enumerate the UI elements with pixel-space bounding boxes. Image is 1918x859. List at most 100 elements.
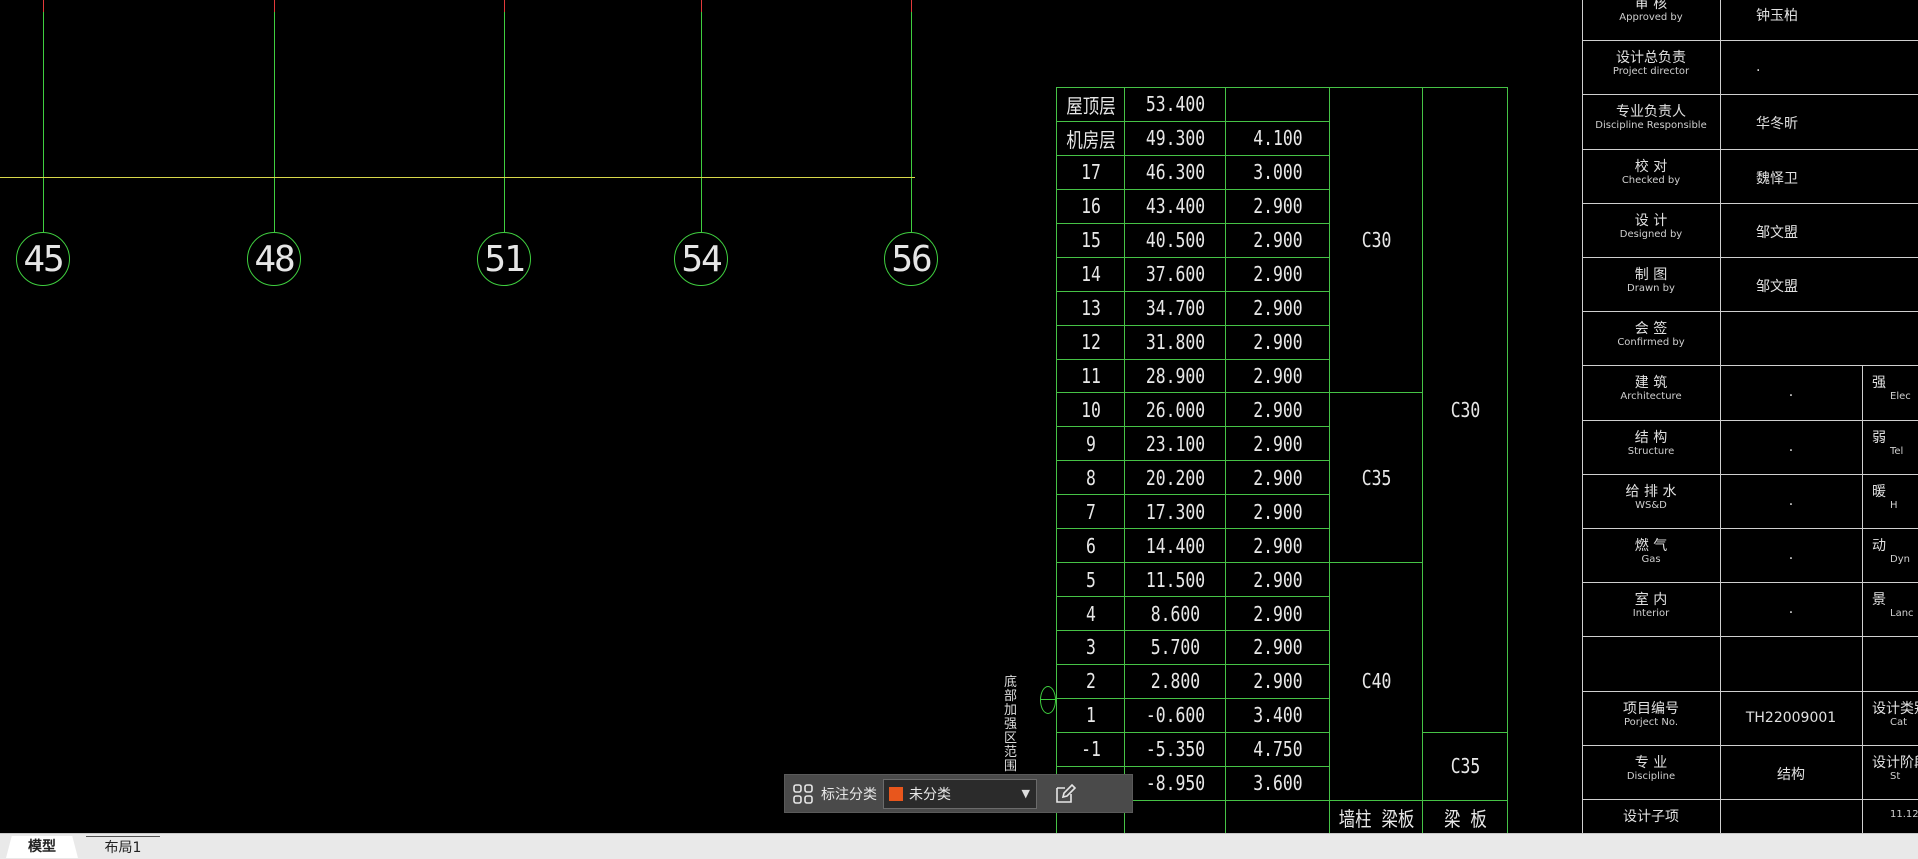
- edit-icon: [1056, 783, 1077, 803]
- grid-line-48: [274, 0, 275, 232]
- annotation-toolbar: 标注分类 未分类 ▼: [784, 774, 1133, 813]
- title-block-value: .: [1788, 547, 1794, 563]
- drawing-canvas[interactable]: 45 48 51 54 56 屋顶层 53.400 C30 C30 机房层 49.300 4…: [0, 0, 1918, 833]
- height-cell: 2.900: [1234, 222, 1321, 258]
- label-cn: 结 构: [1634, 429, 1668, 446]
- label-cn: 专业负责人: [1616, 104, 1686, 121]
- title-block-line: [1582, 582, 1918, 584]
- height-cell: 2.900: [1234, 630, 1321, 665]
- label-cn: 设 计: [1634, 212, 1668, 229]
- elevation-cell: 17.300: [1133, 494, 1217, 530]
- title-block-line: [1582, 148, 1918, 150]
- label-en: Discipline Responsible: [1595, 120, 1707, 132]
- axis-bubble-45: 45: [16, 232, 70, 286]
- title-block-label: 设计子项: [1582, 809, 1720, 825]
- grid-view-button[interactable]: [785, 775, 821, 812]
- elevation-cell: 5.700: [1133, 630, 1217, 665]
- title-block-divider: [1862, 365, 1863, 833]
- floor-cell: 7: [1062, 494, 1119, 530]
- height-cell: 3.400: [1234, 697, 1321, 733]
- horizontal-axis-line: [0, 177, 915, 178]
- title-block-value: TH22009001: [1745, 709, 1837, 726]
- label-cn: 专 业: [1634, 754, 1668, 771]
- title-block-line: [1582, 528, 1918, 529]
- slab-concrete-grade: C35: [1429, 731, 1501, 801]
- height-cell: 2.900: [1234, 596, 1321, 631]
- annotation-category-select[interactable]: 未分类 ▼: [883, 778, 1037, 809]
- elevation-cell: 31.800: [1133, 324, 1217, 360]
- label-cn: 燃 气: [1634, 538, 1668, 554]
- title-block-label: 设 计 Designed by: [1582, 213, 1720, 241]
- title-block-value: 结构: [1777, 766, 1805, 783]
- label-cn: 给 排 水: [1625, 483, 1677, 500]
- height-cell: 2.900: [1234, 460, 1321, 496]
- title-block-line: [1582, 690, 1918, 692]
- title-block-label: 强 Elec: [1872, 375, 1918, 403]
- height-cell: [1234, 87, 1321, 122]
- title-block-line: [1582, 257, 1918, 258]
- label-en: St: [1890, 770, 1901, 782]
- height-cell: 2.900: [1234, 358, 1321, 394]
- title-block-label: 燃 气 Gas: [1582, 538, 1720, 566]
- title-block-divider: [1720, 0, 1721, 833]
- title-block-label: 专业负责人 Discipline Responsible: [1582, 104, 1720, 132]
- elevation-cell: 20.200: [1133, 460, 1217, 496]
- axis-bubble-56: 56: [884, 232, 938, 286]
- tab-layout1[interactable]: 布局1: [86, 836, 160, 859]
- edit-annotation-button[interactable]: [1047, 775, 1083, 812]
- title-block-label: 会 签 Confirmed by: [1582, 321, 1720, 349]
- floor-cell: 5: [1062, 562, 1119, 598]
- title-block-label: 弱 Tel: [1872, 430, 1918, 458]
- title-block-value: 华冬昕: [1756, 116, 1798, 133]
- label-en: Project director: [1612, 66, 1690, 78]
- title-block-label: 室 内 Interior: [1582, 592, 1720, 620]
- tab-model[interactable]: 模型: [6, 836, 78, 858]
- label-cn: 建 筑: [1634, 375, 1668, 392]
- floor-cell: 8: [1062, 460, 1119, 496]
- label-en: Discipline: [1626, 770, 1676, 782]
- table-row: -1 -5.350 4.750 C35: [1057, 731, 1508, 801]
- elevation-cell: -5.350: [1133, 731, 1217, 767]
- wall-concrete-grade: C30: [1337, 86, 1415, 394]
- grid-line-54: [701, 0, 702, 232]
- floor-cell: 13: [1062, 290, 1119, 326]
- title-block-line: [1582, 202, 1918, 204]
- wall-concrete-grade: C35: [1337, 392, 1415, 564]
- title-block-line: [1582, 94, 1918, 96]
- elevation-cell: 49.300: [1133, 120, 1217, 156]
- label-en: Confirmed by: [1617, 337, 1685, 349]
- label-en: Approved by: [1619, 12, 1683, 23]
- title-block-label: 动 Dyn: [1872, 538, 1918, 566]
- height-cell: 2.900: [1234, 290, 1321, 326]
- label-en: Architecture: [1620, 391, 1682, 403]
- title-block-label: 校 对 Checked by: [1582, 159, 1720, 187]
- selected-category: 未分类: [909, 786, 951, 803]
- label-en: Cat: [1890, 716, 1908, 728]
- reinforced-zone-label: 底部加强区范围: [1004, 675, 1018, 774]
- label-cn: 弱: [1872, 429, 1886, 446]
- label-cn: 校 对: [1634, 158, 1668, 175]
- label-cn: 强: [1872, 375, 1886, 392]
- label-cn: 制 图: [1634, 267, 1668, 283]
- elevation-cell: 8.600: [1133, 596, 1217, 631]
- label-cn: 暖: [1872, 483, 1886, 500]
- height-cell: 2.900: [1234, 392, 1321, 428]
- grid-line-56: [911, 0, 912, 232]
- label-en: H: [1890, 499, 1898, 511]
- title-block-label: 项目编号 Porject No.: [1582, 701, 1720, 729]
- slab-concrete-grade: C30: [1429, 87, 1501, 733]
- floor-cell: 6: [1062, 528, 1119, 564]
- title-block-line: [1582, 311, 1918, 313]
- height-cell: 2.900: [1234, 528, 1321, 564]
- floor-cell: 机房层: [1062, 120, 1119, 156]
- height-cell: 2.900: [1234, 663, 1321, 699]
- title-block-value: .: [1788, 492, 1794, 509]
- height-cell: 2.900: [1234, 256, 1321, 292]
- label-en: Gas: [1641, 554, 1661, 565]
- title-block-label: 设计类别Cat: [1872, 701, 1918, 729]
- label-en: Porject No.: [1623, 716, 1679, 728]
- title-block-label: 建 筑 Architecture: [1582, 375, 1720, 403]
- floor-cell: 17: [1062, 154, 1119, 190]
- height-cell: 3.000: [1234, 154, 1321, 190]
- section-symbol-icon: [1040, 686, 1056, 714]
